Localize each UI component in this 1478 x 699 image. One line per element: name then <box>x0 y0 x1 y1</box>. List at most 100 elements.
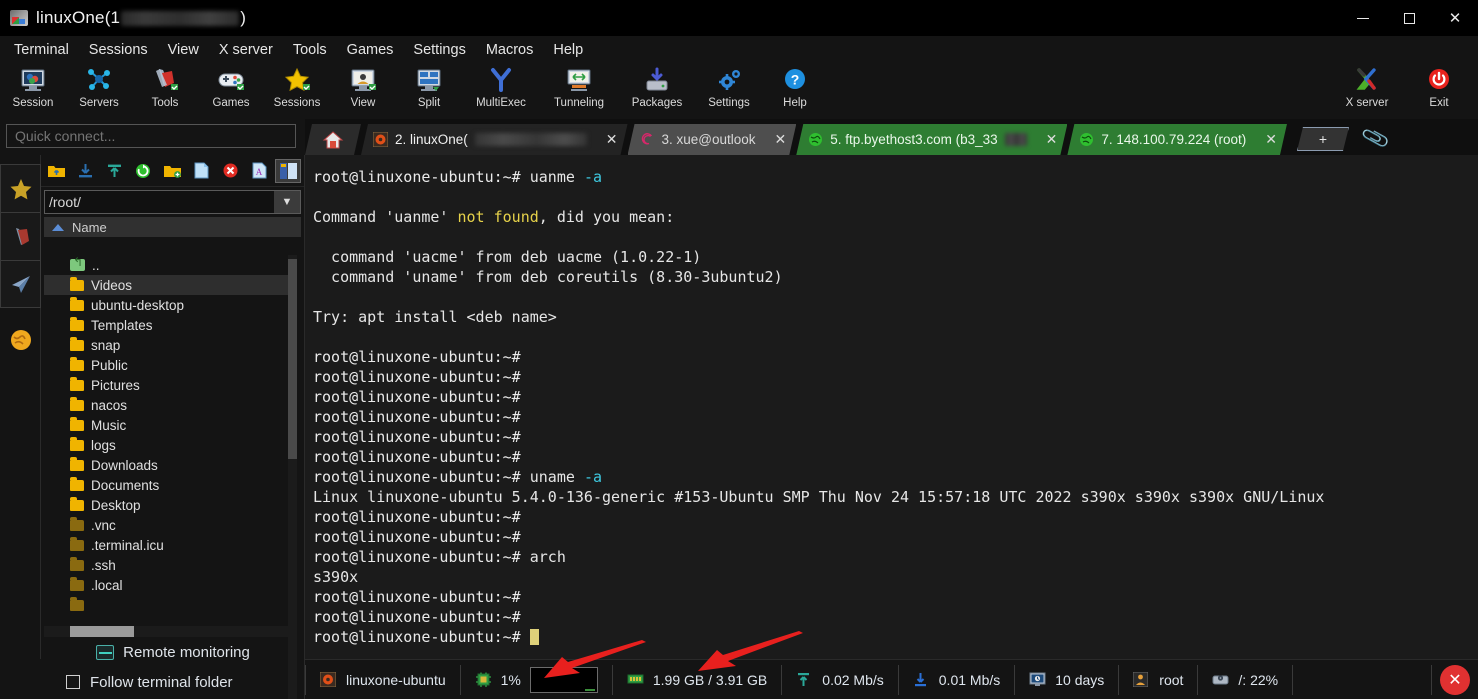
close-button[interactable]: ✕ <box>1432 0 1478 36</box>
sidebar-item-sessions[interactable] <box>0 164 41 212</box>
menu-view[interactable]: View <box>158 39 209 61</box>
up-folder-icon[interactable] <box>43 159 69 183</box>
status-download[interactable]: 0.01 Mb/s <box>899 664 1016 695</box>
svg-text:?: ? <box>791 72 800 88</box>
tab-home[interactable] <box>305 124 361 155</box>
list-item[interactable]: Public <box>44 355 289 375</box>
list-item[interactable]: Documents <box>44 475 289 495</box>
list-item[interactable]: .ssh <box>44 555 289 575</box>
toolbar-split[interactable]: Split <box>396 65 462 109</box>
status-cpu[interactable]: 1% <box>461 664 613 695</box>
terminal-output[interactable]: root@linuxone-ubuntu:~# uanme -a Command… <box>305 155 1478 659</box>
list-item[interactable]: nacos <box>44 395 289 415</box>
panel-view-icon[interactable] <box>275 158 301 183</box>
sidebar-item-tools[interactable] <box>0 212 41 260</box>
terminal-text: root@linuxone-ubuntu:~# <box>313 388 521 406</box>
toolbar-exit[interactable]: Exit <box>1406 65 1472 109</box>
toolbar-sessions[interactable]: Sessions <box>264 65 330 109</box>
toolbar-xserver[interactable]: X server <box>1328 65 1406 109</box>
upload-icon[interactable] <box>101 159 127 183</box>
refresh-icon[interactable] <box>130 159 156 183</box>
sftp-column-name-label: Name <box>72 219 107 235</box>
sftp-path-bar[interactable]: /root/ ▼ <box>44 190 301 214</box>
sidebar-item-send[interactable] <box>0 260 41 308</box>
menu-tools[interactable]: Tools <box>283 39 337 61</box>
terminal-line: root@linuxone-ubuntu:~# <box>313 367 1478 387</box>
terminal-text: root@linuxone-ubuntu:~# <box>313 508 521 526</box>
follow-terminal-folder-row[interactable]: Follow terminal folder <box>44 667 302 697</box>
menu-settings[interactable]: Settings <box>403 39 475 61</box>
remote-monitoring-button[interactable]: Remote monitoring <box>44 637 302 667</box>
scrollbar-thumb[interactable] <box>288 259 297 459</box>
terminal-line: root@linuxone-ubuntu:~# <box>313 607 1478 627</box>
toolbar-help[interactable]: ? Help <box>762 65 828 109</box>
new-folder-icon[interactable] <box>159 159 185 183</box>
scrollbar-thumb[interactable] <box>70 626 134 637</box>
status-memory[interactable]: 1.99 GB / 3.91 GB <box>613 664 783 695</box>
menu-games[interactable]: Games <box>337 39 404 61</box>
list-item[interactable]: snap <box>44 335 289 355</box>
tab-3-xue-outlook[interactable]: 3. xue@outlook ✕ <box>628 124 797 155</box>
status-user[interactable]: root <box>1119 664 1199 695</box>
sftp-horizontal-scrollbar[interactable] <box>44 626 289 637</box>
tab-7-148-100-79-224[interactable]: 7. 148.100.79.224 (root) ✕ <box>1067 124 1287 155</box>
status-close-button[interactable]: ✕ <box>1440 664 1470 695</box>
sftp-column-header[interactable]: Name <box>44 217 301 237</box>
list-item[interactable]: Pictures <box>44 375 289 395</box>
minimize-button[interactable] <box>1340 0 1386 36</box>
maximize-button[interactable] <box>1386 0 1432 36</box>
toolbar-view[interactable]: View <box>330 65 396 109</box>
toolbar-tools[interactable]: Tools <box>132 65 198 109</box>
list-item[interactable]: Desktop <box>44 495 289 515</box>
debian-icon <box>640 132 655 148</box>
terminal-text: Try: apt install <deb name> <box>313 308 557 326</box>
toolbar-session[interactable]: Session <box>0 65 66 109</box>
tab-5-close-icon[interactable]: ✕ <box>1046 131 1058 148</box>
menu-terminal[interactable]: Terminal <box>4 39 79 61</box>
toolbar-packages[interactable]: Packages <box>618 65 696 109</box>
new-file-icon[interactable] <box>188 159 214 183</box>
toolbar-settings[interactable]: Settings <box>696 65 762 109</box>
toolbar-servers[interactable]: Servers <box>66 65 132 109</box>
quick-connect-input[interactable] <box>6 124 296 148</box>
list-item[interactable]: Music <box>44 415 289 435</box>
toolbar-games[interactable]: Games <box>198 65 264 109</box>
menu-macros[interactable]: Macros <box>476 39 544 61</box>
status-user-label: root <box>1159 671 1184 688</box>
tab-2-linuxone[interactable]: 2. linuxOne( ✕ <box>361 124 628 155</box>
new-tab-button[interactable]: + <box>1297 127 1349 151</box>
download-icon[interactable] <box>72 159 98 183</box>
list-item[interactable]: .vnc <box>44 515 289 535</box>
tab-2-close-icon[interactable]: ✕ <box>606 131 618 148</box>
follow-terminal-folder-checkbox[interactable] <box>66 675 80 689</box>
star-icon <box>282 65 312 95</box>
menu-help[interactable]: Help <box>543 39 593 61</box>
terminal-line: command 'uname' from deb coreutils (8.30… <box>313 267 1478 287</box>
list-item[interactable] <box>44 595 289 615</box>
sftp-vertical-scrollbar[interactable] <box>288 255 297 699</box>
status-upload[interactable]: 0.02 Mb/s <box>782 664 899 695</box>
paperclip-icon[interactable]: 📎 <box>1359 122 1391 154</box>
status-host[interactable]: linuxone-ubuntu <box>305 664 461 695</box>
list-item[interactable]: .terminal.icu <box>44 535 289 555</box>
sidebar-item-globe[interactable] <box>0 316 41 364</box>
status-disk[interactable]: /: 22% <box>1198 664 1294 695</box>
toolbar-tunneling[interactable]: Tunneling <box>540 65 618 109</box>
list-item[interactable]: Downloads <box>44 455 289 475</box>
chevron-down-icon[interactable]: ▼ <box>274 191 300 213</box>
list-item[interactable]: Videos <box>44 275 289 295</box>
menu-sessions[interactable]: Sessions <box>79 39 158 61</box>
list-item[interactable]: Templates <box>44 315 289 335</box>
tab-7-close-icon[interactable]: ✕ <box>1265 131 1277 148</box>
list-item[interactable]: .. <box>44 255 289 275</box>
list-item[interactable]: ubuntu-desktop <box>44 295 289 315</box>
menu-xserver[interactable]: X server <box>209 39 283 61</box>
toolbar-multiexec[interactable]: MultiExec <box>462 65 540 109</box>
list-item[interactable]: logs <box>44 435 289 455</box>
tab-3-close-icon[interactable]: ✕ <box>775 131 787 148</box>
delete-icon[interactable] <box>217 159 243 183</box>
status-uptime[interactable]: 10 days <box>1015 664 1120 695</box>
list-item[interactable]: .local <box>44 575 289 595</box>
tab-5-ftp-byethost3[interactable]: 5. ftp.byethost3.com (b3_33 ✕ <box>796 124 1067 155</box>
text-mode-icon[interactable]: A <box>246 159 272 183</box>
